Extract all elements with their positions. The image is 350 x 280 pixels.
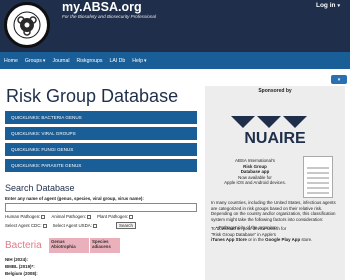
plant-pathogen-label: Plant Pathogen: xyxy=(97,214,129,219)
bullet-text: Pathogenicity of the organism xyxy=(218,225,277,231)
filter-row-pathogens: Human Pathogen: Animal Pathogen: Plant P… xyxy=(5,214,134,219)
species-chip: Species adiacens xyxy=(90,238,120,253)
select-agent-usda-checkbox[interactable] xyxy=(92,223,97,228)
nav-item-help[interactable]: Help ▾ xyxy=(132,58,146,64)
site-title[interactable]: my.ABSA.org xyxy=(62,0,142,14)
caret-down-icon: ▾ xyxy=(337,2,340,9)
absa-logo[interactable] xyxy=(4,2,50,48)
intro-bullet: • Pathogenicity of the organism xyxy=(216,225,277,231)
human-pathogen-label: Human Pathogen: xyxy=(5,214,41,219)
nav-label: LAI Db xyxy=(109,57,126,64)
nav-label: Help xyxy=(132,57,143,64)
nuaire-brand-text: NUAIRE xyxy=(244,130,306,146)
animal-pathogen-label: Animal Pathogen: xyxy=(51,214,87,219)
search-input[interactable] xyxy=(5,203,197,212)
login-button[interactable]: Log in ▾ xyxy=(316,2,340,9)
download-connector: or in the xyxy=(246,237,266,243)
species-value[interactable]: adiacens xyxy=(92,244,118,249)
nav-item-home[interactable]: Home xyxy=(4,58,18,64)
logo-seal-icon xyxy=(5,3,49,47)
nav-label: Journal xyxy=(52,57,70,64)
download-end: store. xyxy=(300,237,313,243)
sponsor-heading: Sponsored by xyxy=(258,88,292,94)
genus-chip: Genus Abiotrophia xyxy=(49,238,89,253)
result-line-bmbl: BMBL (2019)*: xyxy=(5,264,35,269)
quicklink-bacteria-genus[interactable]: QUICKLINKS: BACTERIA GENUS xyxy=(5,111,197,124)
select-agent-cdc-checkbox[interactable] xyxy=(42,223,47,228)
quicklink-parasite-genus[interactable]: QUICKLINKS: PARASITE GENUS xyxy=(5,159,197,172)
genus-value[interactable]: Abiotrophia xyxy=(51,244,87,249)
sidebar-toggle-button[interactable]: ▾ xyxy=(331,75,347,84)
plant-pathogen-checkbox[interactable] xyxy=(129,214,134,219)
filter-row-select-agents: Select Agent CDC: Select Agent USDA: xyxy=(5,223,97,228)
sponsor-panel: Sponsored by NUAIRE ABSA International's… xyxy=(205,86,345,280)
nav-item-groups[interactable]: Groups ▾ xyxy=(25,58,46,64)
nuaire-logo-icon[interactable]: NUAIRE xyxy=(225,114,325,146)
google-play-text: Google Play App xyxy=(265,237,301,243)
nav-label: Groups xyxy=(24,57,42,64)
nav-label: Home xyxy=(4,57,18,64)
result-line-nih: NIH (2024): xyxy=(5,257,28,262)
search-button[interactable]: Search xyxy=(116,222,136,229)
result-category: Bacteria xyxy=(5,240,42,251)
quicklink-fungi-genus[interactable]: QUICKLINKS: FUNGI GENUS xyxy=(5,143,197,156)
main-nav: Home Groups ▾ Journal Riskgroups LAI Db H… xyxy=(0,52,350,69)
caret-down-icon: ▾ xyxy=(143,57,147,64)
quicklink-viral-groups[interactable]: QUICKLINKS: VIRAL GROUPS xyxy=(5,127,197,140)
download-line: iTunes App Store or in the Google Play A… xyxy=(211,237,339,243)
search-heading: Search Database xyxy=(5,183,75,193)
login-label: Log in xyxy=(315,2,336,9)
search-hint: Enter any name of agent (genus, species,… xyxy=(5,196,144,201)
animal-pathogen-checkbox[interactable] xyxy=(87,214,92,219)
caret-down-icon: ▾ xyxy=(42,57,46,64)
human-pathogen-checkbox[interactable] xyxy=(41,214,46,219)
nav-item-journal[interactable]: Journal xyxy=(52,58,69,64)
result-line-belgium: Belgium (2008): xyxy=(5,271,38,276)
app-screenshot-thumbnail xyxy=(303,156,333,198)
risk-group-intro: In many countries, including the United … xyxy=(211,200,339,231)
site-header: my.ABSA.org For the Biosafety and Biosec… xyxy=(0,0,350,52)
itunes-store-text: iTunes App Store xyxy=(211,237,247,243)
site-tagline: For the Biosafety and Biosecurity Profes… xyxy=(62,14,156,19)
nav-item-lai-db[interactable]: LAI Db xyxy=(109,58,125,64)
app-promo-text: ABSA International's Risk Group Database… xyxy=(213,158,297,186)
app-text-line: Apple iOS and Android devices. xyxy=(224,180,286,186)
nav-item-riskgroups[interactable]: Riskgroups xyxy=(76,58,102,64)
nav-label: Riskgroups xyxy=(76,57,103,64)
select-agent-usda-label: Select Agent USDA: xyxy=(52,223,92,228)
chevron-down-icon: ▾ xyxy=(337,76,341,83)
intro-paragraph: In many countries, including the United … xyxy=(211,200,336,222)
page-title: Risk Group Database xyxy=(6,86,179,106)
select-agent-cdc-label: Select Agent CDC: xyxy=(5,223,42,228)
